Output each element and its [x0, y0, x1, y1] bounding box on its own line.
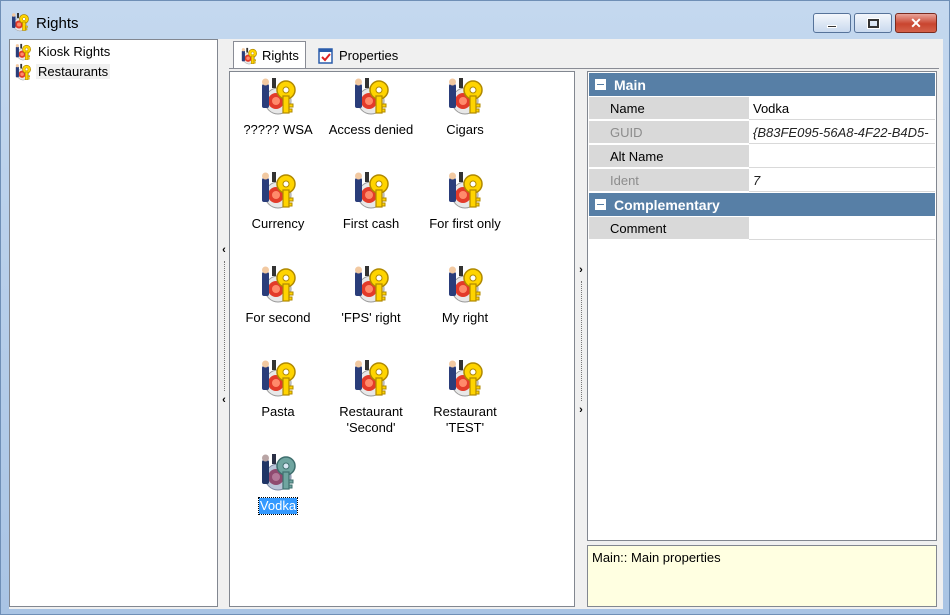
- item-label: Pasta: [261, 404, 295, 419]
- tab-rights[interactable]: Rights: [233, 41, 306, 69]
- list-item-selected[interactable]: Vodka: [231, 452, 325, 515]
- property-row-alt-name[interactable]: Alt Name: [589, 145, 935, 169]
- rights-icon: [258, 170, 298, 210]
- list-item[interactable]: First cash: [324, 170, 418, 232]
- folder-rights-icon: [14, 43, 32, 61]
- property-grid[interactable]: Main Name Vodka GUID {B83FE095-56A8-4F22…: [587, 71, 937, 541]
- property-value[interactable]: Vodka: [749, 97, 935, 120]
- item-label: For second: [245, 310, 311, 325]
- minimize-button[interactable]: [813, 13, 851, 33]
- property-key: Alt Name: [589, 145, 749, 168]
- item-label: Restaurant 'Second': [339, 404, 403, 435]
- client-area: Kiosk Rights Restaurants Rights Properti…: [9, 39, 943, 609]
- window-controls: ✕: [813, 13, 937, 33]
- tree-item-label: Kiosk Rights: [38, 44, 111, 59]
- list-item[interactable]: Pasta: [231, 358, 325, 420]
- rights-icon: [240, 47, 258, 65]
- tree-item-restaurants[interactable]: Restaurants: [14, 62, 111, 81]
- rights-icon: [258, 76, 298, 116]
- list-item[interactable]: Restaurant 'TEST': [418, 358, 512, 436]
- rights-icon: [351, 76, 391, 116]
- category-title: Complementary: [614, 196, 720, 213]
- collapse-right-arrow[interactable]: ›: [577, 263, 585, 277]
- close-icon: ✕: [910, 14, 922, 31]
- list-item[interactable]: For second: [231, 264, 325, 326]
- tree-item-kiosk-rights[interactable]: Kiosk Rights: [14, 42, 112, 61]
- property-value[interactable]: 7: [749, 169, 935, 192]
- window-title: Rights: [36, 15, 79, 32]
- rights-icon: [445, 76, 485, 116]
- rights-icon: [445, 170, 485, 210]
- property-key: GUID: [589, 121, 749, 144]
- maximize-icon: [866, 17, 880, 29]
- list-item[interactable]: My right: [418, 264, 512, 326]
- rights-icon: [351, 358, 391, 398]
- property-key: Comment: [589, 217, 749, 240]
- list-item[interactable]: Restaurant 'Second': [324, 358, 418, 436]
- item-label: First cash: [342, 216, 400, 231]
- folder-rights-icon: [14, 63, 32, 81]
- properties-icon: [317, 47, 335, 65]
- rights-icon: [258, 264, 298, 304]
- tab-properties[interactable]: Properties: [311, 42, 404, 69]
- list-item[interactable]: ????? WSA: [231, 76, 325, 138]
- collapse-icon[interactable]: [595, 199, 606, 210]
- rights-icon: [258, 452, 298, 492]
- item-label: 'FPS' right: [341, 310, 401, 325]
- collapse-right-arrow[interactable]: ›: [577, 403, 585, 417]
- list-item[interactable]: Currency: [231, 170, 325, 232]
- property-row-name[interactable]: Name Vodka: [589, 97, 935, 121]
- list-item[interactable]: For first only: [418, 170, 512, 232]
- tree-item-label: Restaurants: [36, 64, 111, 79]
- help-panel: Main:: Main properties: [587, 545, 937, 607]
- rights-tree[interactable]: Kiosk Rights Restaurants: [9, 39, 218, 607]
- rights-icon: [258, 358, 298, 398]
- property-value[interactable]: [749, 217, 935, 240]
- rights-icon: [10, 12, 30, 32]
- collapse-left-arrow[interactable]: ‹: [220, 393, 228, 407]
- list-item[interactable]: 'FPS' right: [324, 264, 418, 326]
- title-bar[interactable]: Rights ✕: [1, 1, 949, 39]
- item-label: My right: [441, 310, 489, 325]
- rights-icon: [351, 170, 391, 210]
- property-value[interactable]: {B83FE095-56A8-4F22-B4D5-: [749, 121, 935, 144]
- tab-label: Rights: [262, 48, 299, 63]
- property-row-comment[interactable]: Comment: [589, 217, 935, 241]
- property-row-guid[interactable]: GUID {B83FE095-56A8-4F22-B4D5-: [589, 121, 935, 145]
- item-label: ????? WSA: [243, 122, 313, 137]
- tab-divider: [229, 68, 939, 69]
- collapse-icon[interactable]: [595, 79, 606, 90]
- category-title: Main: [614, 76, 646, 93]
- item-label: Access denied: [328, 122, 414, 137]
- item-label: For first only: [429, 216, 501, 231]
- item-label: Restaurant 'TEST': [433, 404, 497, 435]
- collapse-left-arrow[interactable]: ‹: [220, 243, 228, 257]
- item-label: Vodka: [257, 497, 299, 515]
- category-main[interactable]: Main: [589, 73, 935, 96]
- list-item[interactable]: Access denied: [324, 76, 418, 138]
- rights-icon: [445, 358, 485, 398]
- close-button[interactable]: ✕: [895, 13, 937, 33]
- splitter-grip[interactable]: [581, 281, 582, 401]
- category-complementary[interactable]: Complementary: [589, 193, 935, 216]
- property-key: Ident: [589, 169, 749, 192]
- tab-strip: Rights Properties: [229, 39, 943, 69]
- rights-list[interactable]: ????? WSA Access denied Cigars Currency …: [229, 71, 575, 607]
- splitter-grip[interactable]: [224, 261, 225, 391]
- tab-label: Properties: [339, 48, 399, 63]
- rights-icon: [351, 264, 391, 304]
- item-label: Currency: [251, 216, 305, 231]
- list-item[interactable]: Cigars: [418, 76, 512, 138]
- minimize-icon: [827, 24, 837, 28]
- property-key: Name: [589, 97, 749, 120]
- rights-window: Rights ✕ Kiosk Rights Restaurants Rights: [0, 0, 950, 615]
- property-row-ident[interactable]: Ident 7: [589, 169, 935, 193]
- maximize-button[interactable]: [854, 13, 892, 33]
- help-text: Main:: Main properties: [592, 550, 721, 565]
- rights-icon: [445, 264, 485, 304]
- item-label: Cigars: [446, 122, 484, 137]
- property-value[interactable]: [749, 145, 935, 168]
